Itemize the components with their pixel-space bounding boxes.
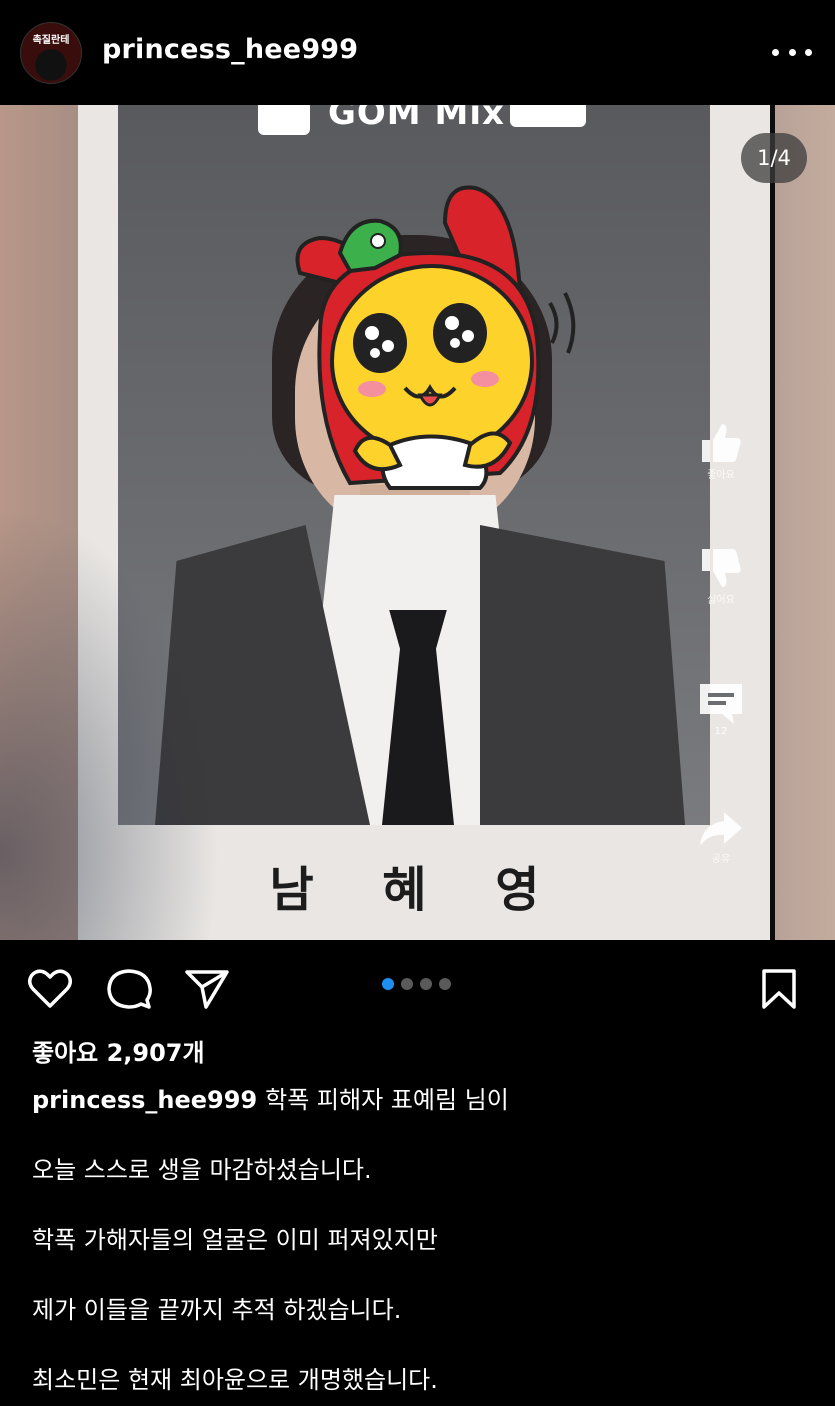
more-options-icon[interactable] (772, 44, 812, 60)
photo-edge (770, 105, 835, 940)
thumbs-down-icon: 싫어요 (697, 545, 745, 606)
caption-line: 학폭 가해자들의 얼굴은 이미 퍼져있지만 (32, 1226, 438, 1254)
share-icon: 공유 (697, 810, 745, 865)
post-header: 촉질란테 princess_hee999 (0, 0, 835, 105)
like-heart-icon[interactable] (27, 968, 73, 1010)
comment-count-label: 12 (714, 726, 728, 737)
carousel-indicator (382, 978, 451, 990)
caption-line: 오늘 스스로 생을 마감하셨습니다. (32, 1156, 372, 1184)
thumbs-down-label: 싫어요 (707, 595, 735, 606)
carousel-dot (382, 978, 394, 990)
carousel-dot (401, 978, 413, 990)
caption-line: 최소민은 현재 최아윤으로 개명했습니다. (32, 1366, 438, 1394)
send-icon[interactable] (184, 968, 230, 1010)
comment-bubble-icon[interactable] (106, 968, 152, 1010)
like-count[interactable]: 좋아요 2,907개 (32, 1033, 205, 1068)
post-photo[interactable]: GOM Mix 남 혜 영 1/4 좋아요 싫어요 12 공유 (0, 105, 835, 940)
carousel-counter: 1/4 (741, 133, 807, 183)
carousel-dot (439, 978, 451, 990)
caption-text: 학폭 피해자 표예림 님이 (265, 1086, 509, 1114)
bookmark-icon[interactable] (760, 968, 798, 1010)
logo-text: GOM Mix (328, 105, 505, 133)
vest-right (480, 525, 685, 825)
caption-line: 제가 이들을 끝까지 추적 하겠습니다. (32, 1296, 402, 1324)
watermark-logo: GOM Mix (258, 105, 588, 135)
post-action-bar (0, 940, 835, 1030)
avatar-text: 촉질란테 (32, 35, 70, 46)
avatar[interactable]: 촉질란테 (20, 22, 82, 84)
face-cover-sticker (295, 185, 576, 490)
share-label: 공유 (711, 854, 731, 865)
caption-username[interactable]: princess_hee999 (32, 1086, 257, 1114)
post-username[interactable]: princess_hee999 (102, 34, 358, 65)
carousel-dot (420, 978, 432, 990)
thumbs-up-icon: 좋아요 (697, 420, 745, 481)
caption-first-line: princess_hee999 학폭 피해자 표예림 님이 (32, 1080, 509, 1115)
comment-icon: 12 (697, 680, 745, 737)
thumbs-up-label: 좋아요 (707, 470, 735, 481)
